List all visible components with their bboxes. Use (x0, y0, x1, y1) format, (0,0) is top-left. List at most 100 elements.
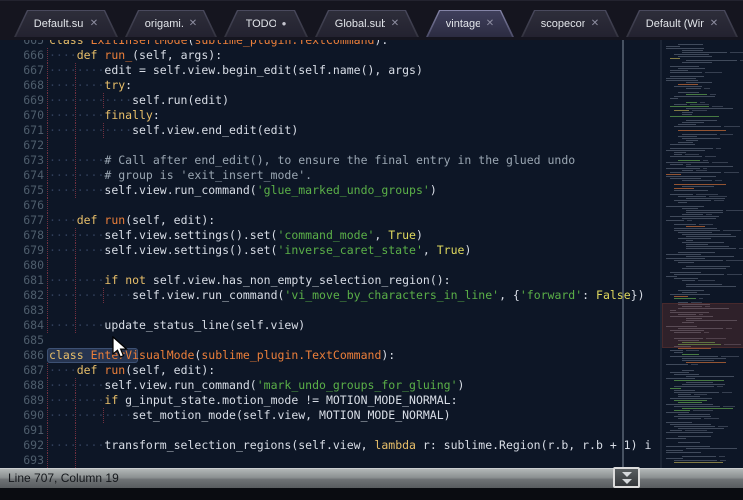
code-line[interactable]: 679········self.view.settings().set('inv… (0, 243, 660, 258)
minimap-code-row (678, 238, 711, 239)
code-line[interactable]: 669············self.run(edit) (0, 93, 660, 108)
minimap-code-row (686, 140, 698, 141)
minimap-code-row (670, 294, 710, 295)
code-line[interactable]: 678········self.view.settings().set('com… (0, 228, 660, 243)
code-line[interactable]: 670········finally: (0, 108, 660, 123)
scroll-down-icon[interactable] (622, 472, 632, 477)
minimap-code-row (682, 114, 692, 115)
code-editor[interactable]: 665class ExitInsertMode(sublime_plugin.T… (0, 40, 660, 468)
token-txt: ) (458, 378, 465, 392)
code-text: ········edit = self.view.begin_edit(self… (49, 63, 423, 77)
token-txt: ) (464, 243, 471, 257)
tab-global-sublime[interactable]: Global.sublime✕ (315, 10, 419, 37)
code-line[interactable]: 693 (0, 453, 660, 468)
minimap-code-row (670, 66, 699, 67)
token-fn: sublime_plugin.TextCommand (194, 40, 374, 47)
minimap-code-row (682, 214, 703, 215)
minimap-code-row (705, 72, 722, 73)
line-number: 690 (0, 408, 44, 423)
code-line[interactable]: 682············self.view.run_command('vi… (0, 288, 660, 303)
token-txt: g_input_state.motion_mode != MOTION_MODE… (118, 393, 457, 407)
line-number: 672 (0, 138, 44, 153)
code-line[interactable]: 689········if g_input_state.motion_mode … (0, 393, 660, 408)
code-line[interactable]: 674········# group is 'exit_insert_mode'… (0, 168, 660, 183)
minimap-code-row (678, 414, 710, 415)
minimap-code-row (666, 258, 705, 259)
minimap-code-row (666, 276, 677, 277)
token-fn: ExitInsertMode (91, 40, 188, 47)
code-line[interactable]: 676 (0, 198, 660, 213)
code-line[interactable]: 673········# Call after end_edit(), to e… (0, 153, 660, 168)
indent-guide (75, 453, 76, 468)
minimap[interactable] (660, 40, 743, 468)
code-line[interactable]: 691 (0, 423, 660, 438)
minimap-code-row (694, 394, 707, 395)
close-icon[interactable]: ✕ (90, 19, 98, 29)
code-line[interactable]: 683 (0, 303, 660, 318)
line-number: 684 (0, 318, 44, 333)
minimap-code-row (674, 154, 682, 155)
code-line[interactable]: 680 (0, 258, 660, 273)
code-line[interactable]: 685 (0, 333, 660, 348)
scrollbar-stepper[interactable] (613, 467, 640, 488)
tab-default-windo[interactable]: Default (Windo ✕ (626, 10, 738, 37)
whitespace-dots: ········ (49, 78, 104, 92)
code-line[interactable]: 668········try: (0, 78, 660, 93)
line-number: 666 (0, 48, 44, 63)
code-line[interactable]: 671············self.view.end_edit(edit) (0, 123, 660, 138)
minimap-code-row (670, 148, 713, 149)
minimap-code-row (686, 376, 734, 377)
minimap-code-row (674, 416, 711, 417)
token-kw: class (49, 348, 84, 362)
indent-guide (47, 228, 48, 243)
code-text: ····def run_(self, args): (49, 48, 222, 62)
code-line[interactable]: 684········update_status_line(self.view) (0, 318, 660, 333)
minimap-code-row (666, 450, 683, 451)
minimap-code-row (704, 418, 719, 419)
code-line[interactable]: 687····def run(self, edit): (0, 363, 660, 378)
whitespace-dots: ········ (49, 168, 104, 182)
code-line[interactable]: 672 (0, 138, 660, 153)
close-icon[interactable]: ✕ (189, 19, 197, 29)
indent-guide (47, 303, 48, 318)
whitespace-dots: ········ (49, 153, 104, 167)
whitespace-dots: ···· (49, 363, 77, 377)
tab-scopecommand[interactable]: scopecommand✕ (521, 10, 619, 37)
code-line[interactable]: 675········self.view.run_command('glue_m… (0, 183, 660, 198)
minimap-code-row (730, 52, 743, 53)
code-line[interactable]: 692········transform_selection_regions(s… (0, 438, 660, 453)
close-icon[interactable]: ✕ (391, 19, 399, 29)
code-line[interactable]: 681········if not self.view.has_non_empt… (0, 273, 660, 288)
tab-default-sublim[interactable]: Default.sublim✕ (14, 10, 118, 37)
minimap-code-row (678, 196, 706, 197)
tab-bar: Default.sublim✕ origami.py✕ TODO.txt● Globa… (0, 0, 743, 41)
close-icon[interactable]: ✕ (710, 19, 718, 29)
tab-todo-txt[interactable]: TODO.txt● (224, 10, 308, 37)
token-txt: : (125, 78, 132, 92)
minimap-code-row (678, 84, 698, 85)
code-line[interactable]: 686class EnterVisualMode(sublime_plugin.… (0, 348, 660, 363)
code-line[interactable]: 690············set_motion_mode(self.view… (0, 408, 660, 423)
tab-origami-py[interactable]: origami.py✕ (125, 10, 217, 37)
code-line[interactable]: 666 ····def run_(self, args): (0, 48, 660, 63)
minimap-code-row (674, 400, 707, 401)
code-line[interactable]: 688········self.view.run_command('mark_u… (0, 378, 660, 393)
scroll-down-icon[interactable] (622, 479, 632, 484)
tab-vintage-py[interactable]: vintage.py✕ (426, 10, 514, 37)
code-text: ········self.view.settings().set('comman… (49, 228, 423, 242)
indent-guide (47, 63, 48, 78)
minimap-code-row (739, 248, 743, 249)
tab-label: Default (Windo (646, 18, 704, 30)
close-icon[interactable]: ✕ (486, 19, 494, 29)
code-line[interactable]: 665class ExitInsertMode(sublime_plugin.T… (0, 40, 660, 48)
code-line[interactable]: 677····def run(self, edit): (0, 213, 660, 228)
minimap-code-row (716, 148, 721, 149)
code-line[interactable]: 667········edit = self.view.begin_edit(s… (0, 63, 660, 78)
minimap-code-row (704, 88, 711, 89)
minimap-viewport[interactable] (662, 303, 743, 348)
minimap-code-row (670, 70, 688, 71)
minimap-code-row (686, 226, 705, 227)
close-icon[interactable]: ✕ (591, 19, 599, 29)
minimap-code-row (674, 390, 695, 391)
minimap-code-row (666, 432, 713, 433)
